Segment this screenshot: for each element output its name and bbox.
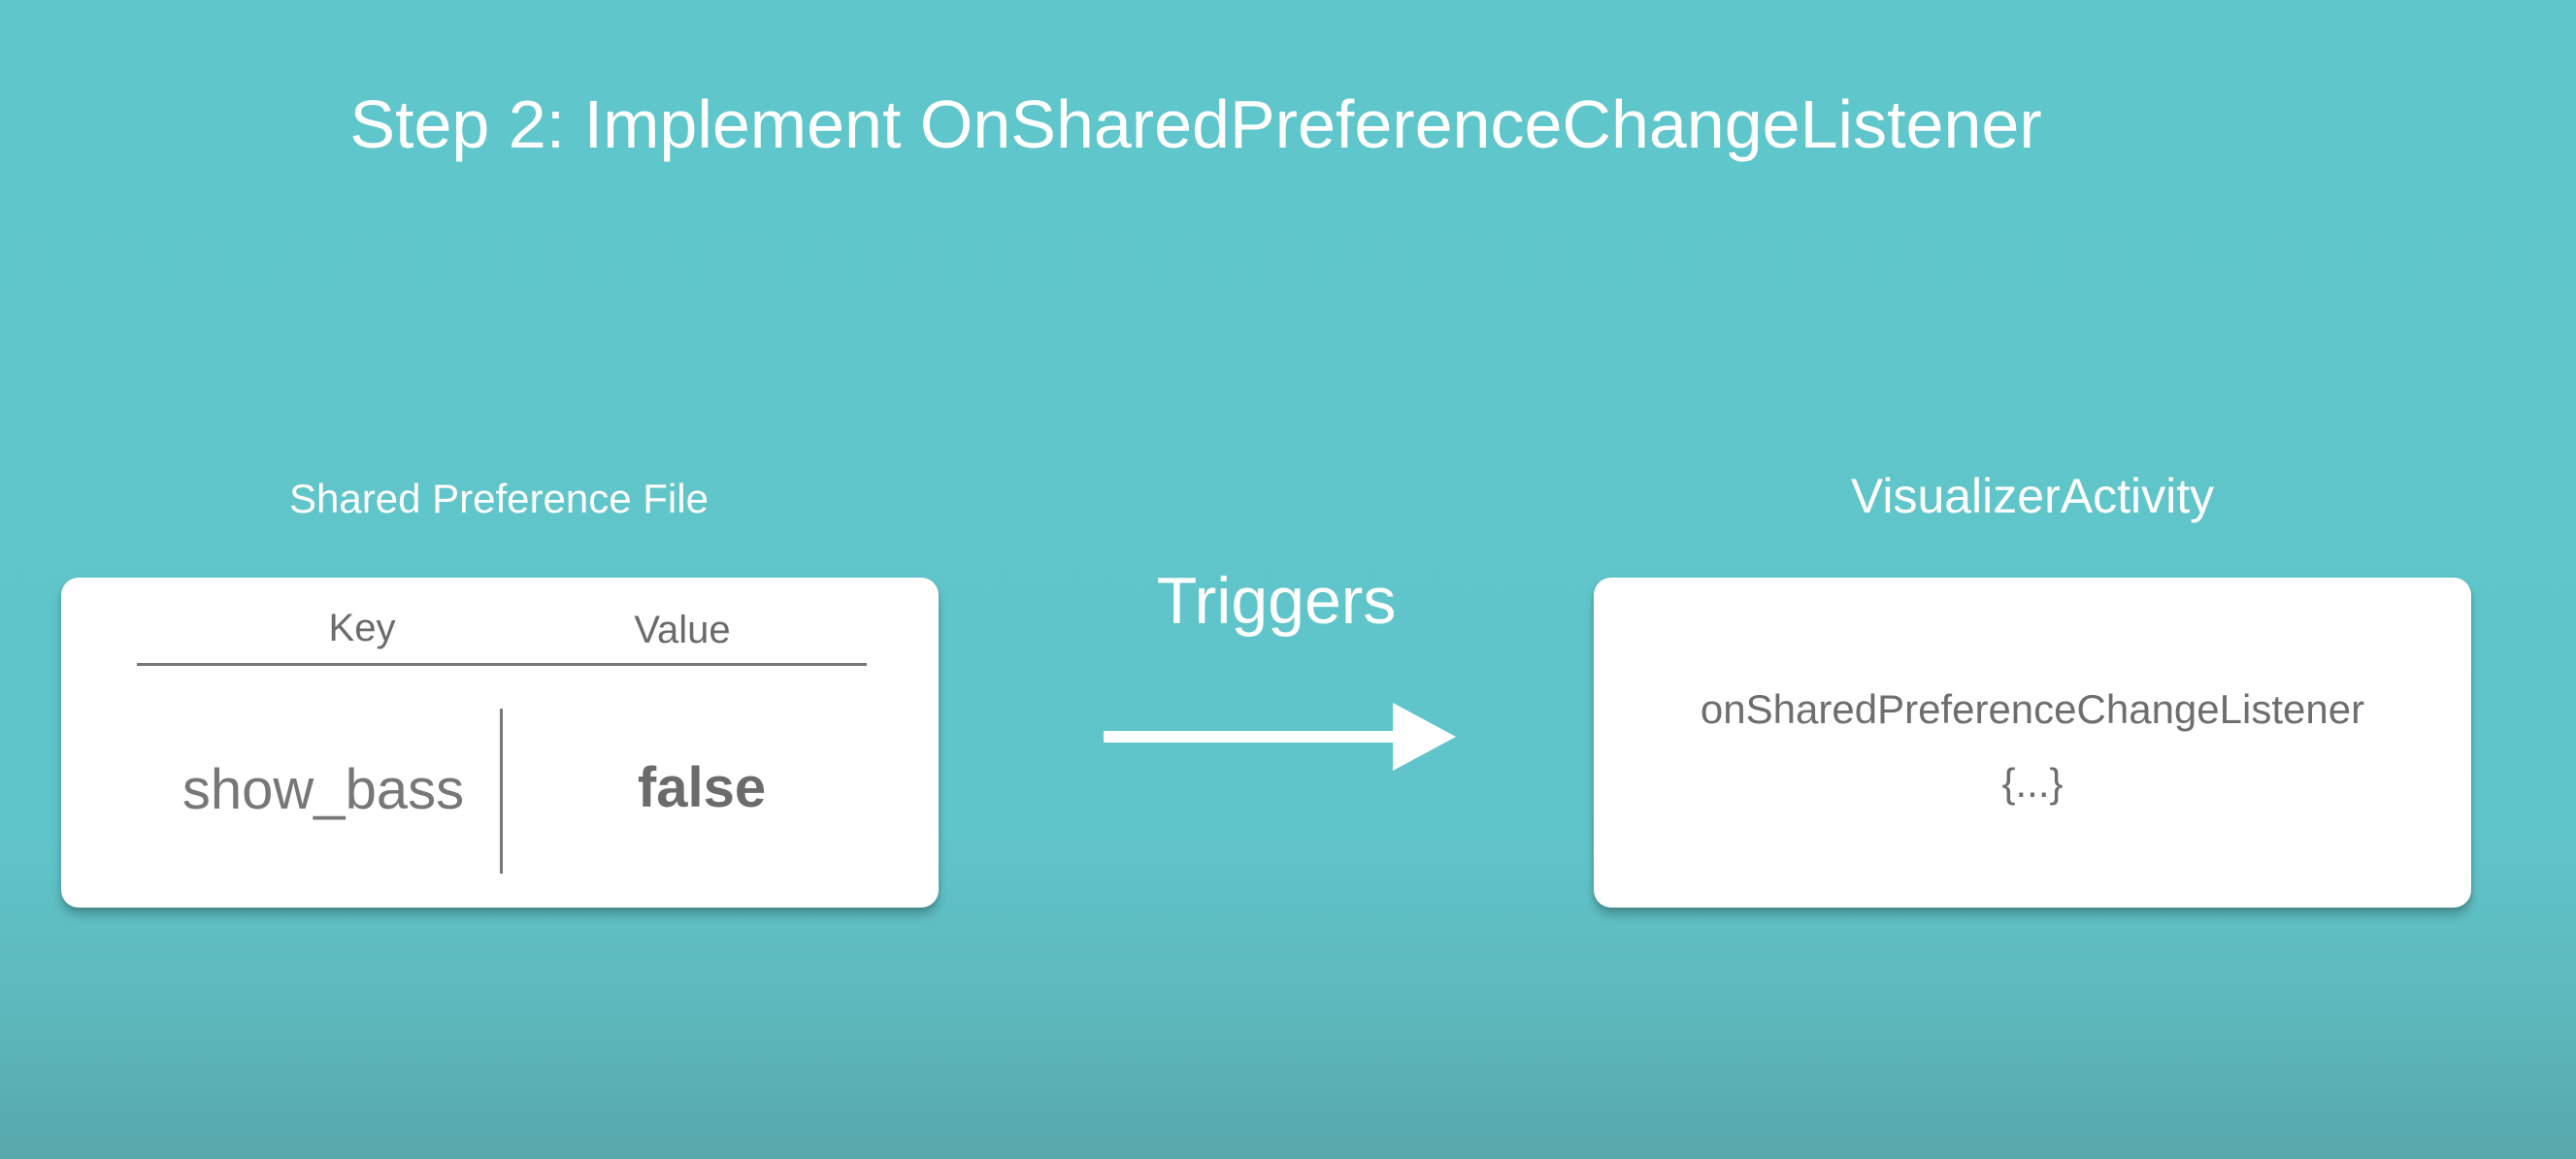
value-column-header: Value [634, 609, 731, 651]
key-column-header: Key [328, 607, 396, 649]
arrow-shaft [1104, 731, 1395, 743]
arrow-head [1393, 703, 1456, 771]
listener-method-body: {...} [2001, 760, 2064, 806]
key-cell: show_bass [182, 758, 465, 821]
value-cell: false [637, 756, 767, 819]
activity-card: onSharedPreferenceChangeListener {...} [1594, 578, 2471, 908]
shared-preference-caption: Shared Preference File [289, 476, 709, 521]
activity-caption: VisualizerActivity [1850, 469, 2215, 523]
shared-preference-card: Key Value show_bass false [61, 578, 939, 908]
header-divider [137, 663, 867, 666]
triggers-label: Triggers [1156, 564, 1397, 638]
slide-title: Step 2: Implement OnSharedPreferenceChan… [349, 86, 2042, 162]
slide: Step 2: Implement OnSharedPreferenceChan… [0, 0, 2576, 1159]
right-arrow-icon [1104, 703, 1456, 771]
listener-method-name: onSharedPreferenceChangeListener [1700, 686, 2365, 732]
